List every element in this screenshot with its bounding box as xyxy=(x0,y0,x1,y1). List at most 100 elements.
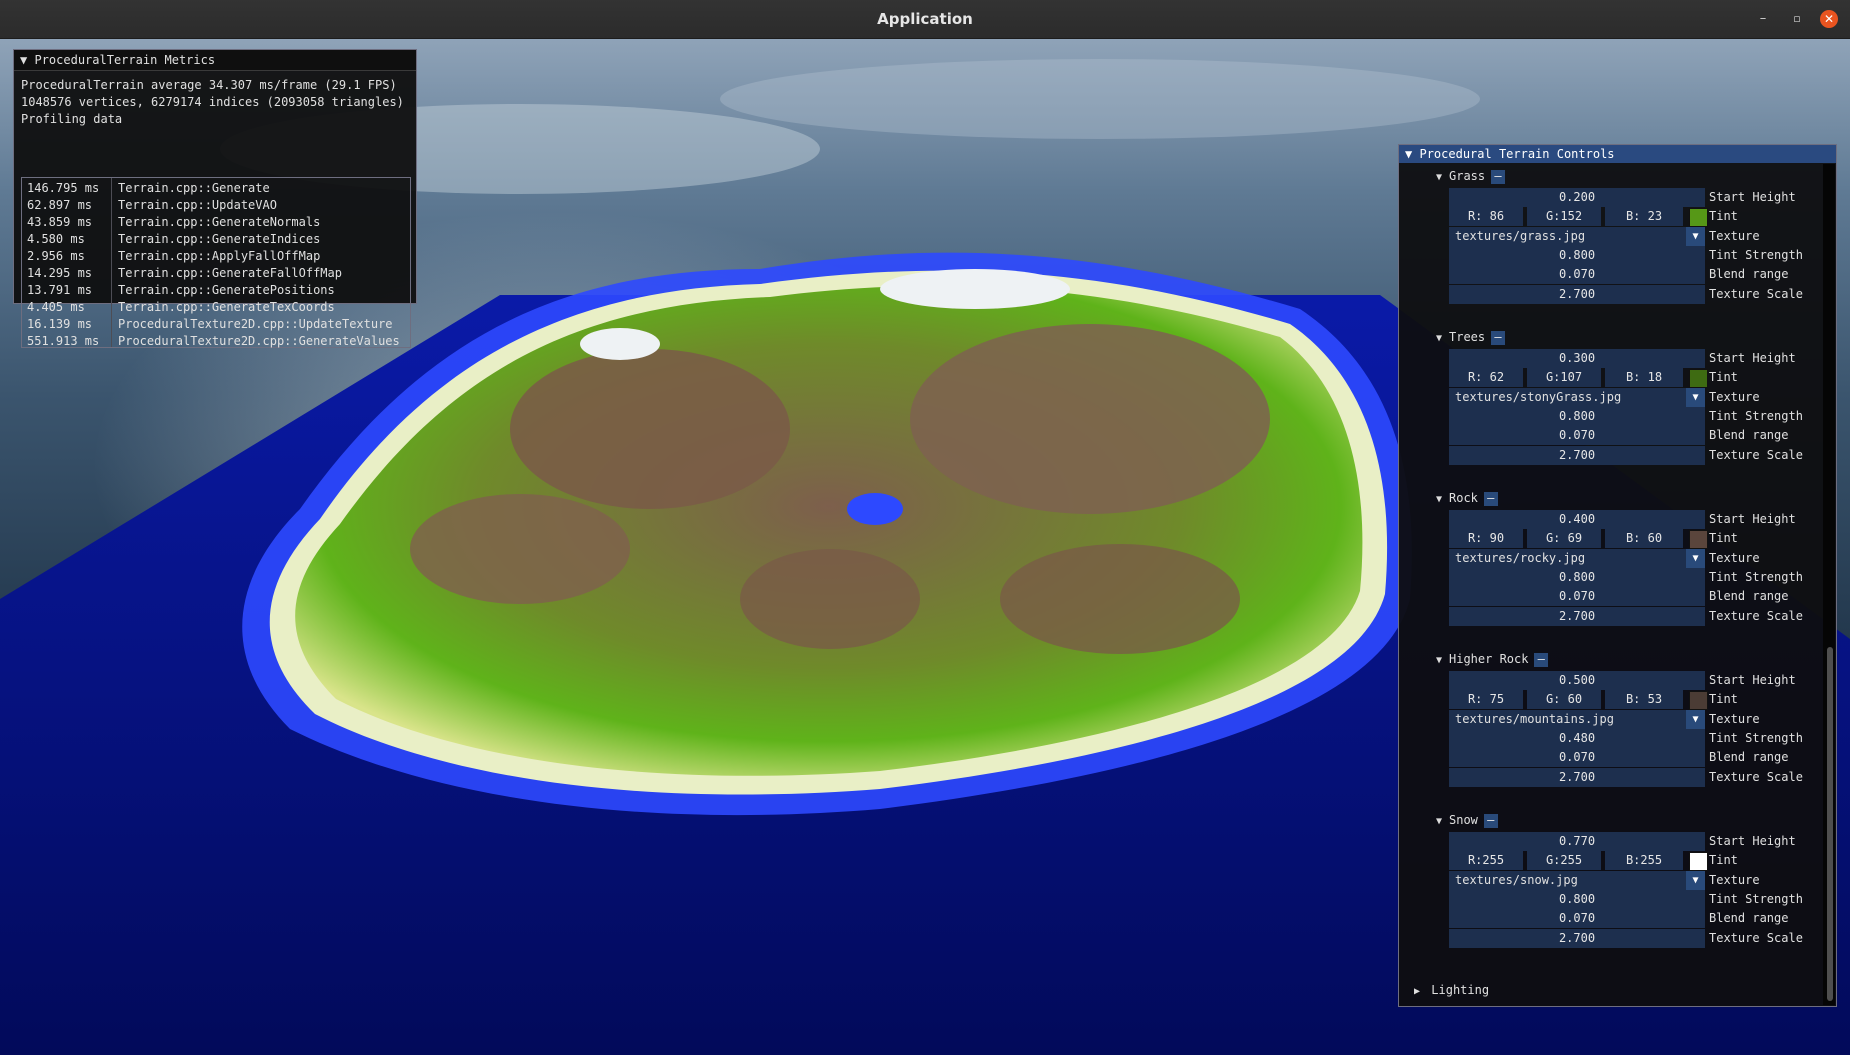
section-title-higher-rock[interactable]: Higher Rock xyxy=(1449,652,1528,666)
remove-layer-button[interactable]: – xyxy=(1534,653,1549,667)
blend-range-label: Blend range xyxy=(1709,267,1789,282)
tint-b-field[interactable]: B:255 xyxy=(1605,851,1683,871)
scrollbar-thumb[interactable] xyxy=(1827,647,1833,1001)
profiling-label: Profiling data xyxy=(21,112,123,126)
tint-b-field[interactable]: B: 23 xyxy=(1605,207,1683,227)
start-height-label: Start Height xyxy=(1709,512,1796,526)
table-row: 4.580 ms Terrain.cpp::GenerateIndices xyxy=(22,231,410,248)
tint-g-field[interactable]: G:255 xyxy=(1527,851,1601,871)
function-name: Terrain.cpp::GenerateIndices xyxy=(118,232,321,246)
start-height-slider[interactable]: 0.300 xyxy=(1449,349,1705,368)
texture-scale-slider[interactable]: 2.700 xyxy=(1449,606,1705,626)
tint-r-field[interactable]: R: 90 xyxy=(1449,529,1523,549)
remove-layer-button[interactable]: – xyxy=(1491,331,1505,345)
blend-range-slider[interactable]: 0.070 xyxy=(1449,909,1705,929)
collapse-icon[interactable]: ▼ xyxy=(1436,333,1442,344)
timing-value: 551.913 ms xyxy=(27,334,100,348)
tint-b-field[interactable]: B: 53 xyxy=(1605,690,1683,710)
texture-scale-label: Texture Scale xyxy=(1709,608,1803,623)
texture-dropdown[interactable]: textures/snow.jpg ▼ xyxy=(1449,870,1705,890)
tint-color-swatch[interactable] xyxy=(1689,852,1708,872)
chevron-down-icon[interactable]: ▼ xyxy=(1686,870,1705,890)
tint-strength-slider[interactable]: 0.800 xyxy=(1449,889,1705,909)
chevron-down-icon[interactable]: ▼ xyxy=(1686,548,1705,568)
tint-b-field[interactable]: B: 18 xyxy=(1605,368,1683,388)
start-height-label: Start Height xyxy=(1709,673,1796,687)
tint-color-swatch[interactable] xyxy=(1689,369,1708,389)
collapse-icon[interactable]: ▼ xyxy=(1436,816,1442,827)
mesh-stats: 1048576 vertices, 6279174 indices (20930… xyxy=(21,95,404,109)
texture-scale-slider[interactable]: 2.700 xyxy=(1449,928,1705,948)
metrics-window[interactable]: ▼ ProceduralTerrain Metrics ProceduralTe… xyxy=(13,49,417,348)
start-height-slider[interactable]: 0.770 xyxy=(1449,832,1705,851)
texture-scale-slider[interactable]: 2.700 xyxy=(1449,445,1705,465)
tint-strength-slider[interactable]: 0.480 xyxy=(1449,728,1705,748)
tint-strength-label: Tint Strength xyxy=(1709,891,1803,906)
table-row: 14.295 ms Terrain.cpp::GenerateFallOffMap xyxy=(22,265,410,282)
texture-dropdown[interactable]: textures/rocky.jpg ▼ xyxy=(1449,548,1705,568)
tint-g-field[interactable]: G:107 xyxy=(1527,368,1601,388)
collapse-icon[interactable]: ▼ xyxy=(1436,655,1442,666)
start-height-slider[interactable]: 0.200 xyxy=(1449,188,1705,207)
tint-r-field[interactable]: R: 86 xyxy=(1449,207,1523,227)
tint-r-field[interactable]: R: 75 xyxy=(1449,690,1523,710)
blend-range-slider[interactable]: 0.070 xyxy=(1449,426,1705,446)
blend-range-slider[interactable]: 0.070 xyxy=(1449,265,1705,285)
collapse-icon[interactable]: ▼ xyxy=(1436,172,1442,183)
terrain-controls-window[interactable]: ▼ Procedural Terrain Controls ▼ Grass –0.2… xyxy=(1398,144,1837,1007)
close-icon[interactable]: ✕ xyxy=(1820,10,1838,28)
tint-g-field[interactable]: G: 69 xyxy=(1527,529,1601,549)
collapse-icon[interactable]: ▼ xyxy=(1405,147,1412,161)
start-height-slider[interactable]: 0.500 xyxy=(1449,671,1705,690)
texture-dropdown[interactable]: textures/grass.jpg ▼ xyxy=(1449,226,1705,246)
tint-r-field[interactable]: R: 62 xyxy=(1449,368,1523,388)
tint-b-field[interactable]: B: 60 xyxy=(1605,529,1683,549)
lighting-section[interactable]: ▶ Lighting xyxy=(1414,983,1489,997)
expand-icon[interactable]: ▶ xyxy=(1414,986,1420,997)
blend-range-slider[interactable]: 0.070 xyxy=(1449,587,1705,607)
controls-header[interactable]: ▼ Procedural Terrain Controls xyxy=(1399,145,1836,163)
section-title-rock[interactable]: Rock xyxy=(1449,491,1478,505)
texture-value: textures/stonyGrass.jpg xyxy=(1455,389,1622,404)
chevron-down-icon[interactable]: ▼ xyxy=(1686,226,1705,246)
function-name: Terrain.cpp::UpdateVAO xyxy=(118,198,277,212)
chevron-down-icon[interactable]: ▼ xyxy=(1686,387,1705,407)
tint-strength-slider[interactable]: 0.800 xyxy=(1449,245,1705,265)
timing-value: 43.859 ms xyxy=(27,215,93,229)
remove-layer-button[interactable]: – xyxy=(1483,492,1498,506)
timing-value: 62.897 ms xyxy=(27,198,93,212)
table-row: 43.859 ms Terrain.cpp::GenerateNormals xyxy=(22,214,410,231)
collapse-icon[interactable]: ▼ xyxy=(1436,494,1442,505)
tint-color-swatch[interactable] xyxy=(1689,691,1708,711)
timing-value: 2.956 ms xyxy=(27,249,85,263)
tint-color-swatch[interactable] xyxy=(1689,208,1708,228)
section-title-trees[interactable]: Trees xyxy=(1449,330,1485,344)
start-height-slider[interactable]: 0.400 xyxy=(1449,510,1705,529)
texture-scale-slider[interactable]: 2.700 xyxy=(1449,284,1705,304)
tint-g-field[interactable]: G: 60 xyxy=(1527,690,1601,710)
texture-dropdown[interactable]: textures/mountains.jpg ▼ xyxy=(1449,709,1705,729)
texture-dropdown[interactable]: textures/stonyGrass.jpg ▼ xyxy=(1449,387,1705,407)
tint-color-swatch[interactable] xyxy=(1689,530,1708,550)
tint-strength-slider[interactable]: 0.800 xyxy=(1449,406,1705,426)
collapse-icon[interactable]: ▼ xyxy=(20,53,27,67)
tint-label: Tint xyxy=(1709,209,1738,224)
chevron-down-icon[interactable]: ▼ xyxy=(1686,709,1705,729)
remove-layer-button[interactable]: – xyxy=(1491,170,1505,184)
function-name: Terrain.cpp::Generate xyxy=(118,181,270,195)
maximize-icon[interactable]: ▫ xyxy=(1788,10,1806,28)
table-row: 62.897 ms Terrain.cpp::UpdateVAO xyxy=(22,197,410,214)
section-title-snow[interactable]: Snow xyxy=(1449,813,1478,827)
section-title-grass[interactable]: Grass xyxy=(1449,169,1485,183)
table-row: 146.795 ms Terrain.cpp::Generate xyxy=(22,180,410,197)
texture-value: textures/snow.jpg xyxy=(1455,872,1578,887)
minimize-icon[interactable]: – xyxy=(1754,10,1772,28)
metrics-header[interactable]: ▼ ProceduralTerrain Metrics xyxy=(14,50,416,71)
blend-range-slider[interactable]: 0.070 xyxy=(1449,748,1705,768)
tint-g-field[interactable]: G:152 xyxy=(1527,207,1601,227)
texture-scale-slider[interactable]: 2.700 xyxy=(1449,767,1705,787)
table-row: 16.139 ms ProceduralTexture2D.cpp::Update… xyxy=(22,316,410,333)
tint-r-field[interactable]: R:255 xyxy=(1449,851,1523,871)
tint-strength-slider[interactable]: 0.800 xyxy=(1449,567,1705,587)
remove-layer-button[interactable]: – xyxy=(1483,814,1498,828)
